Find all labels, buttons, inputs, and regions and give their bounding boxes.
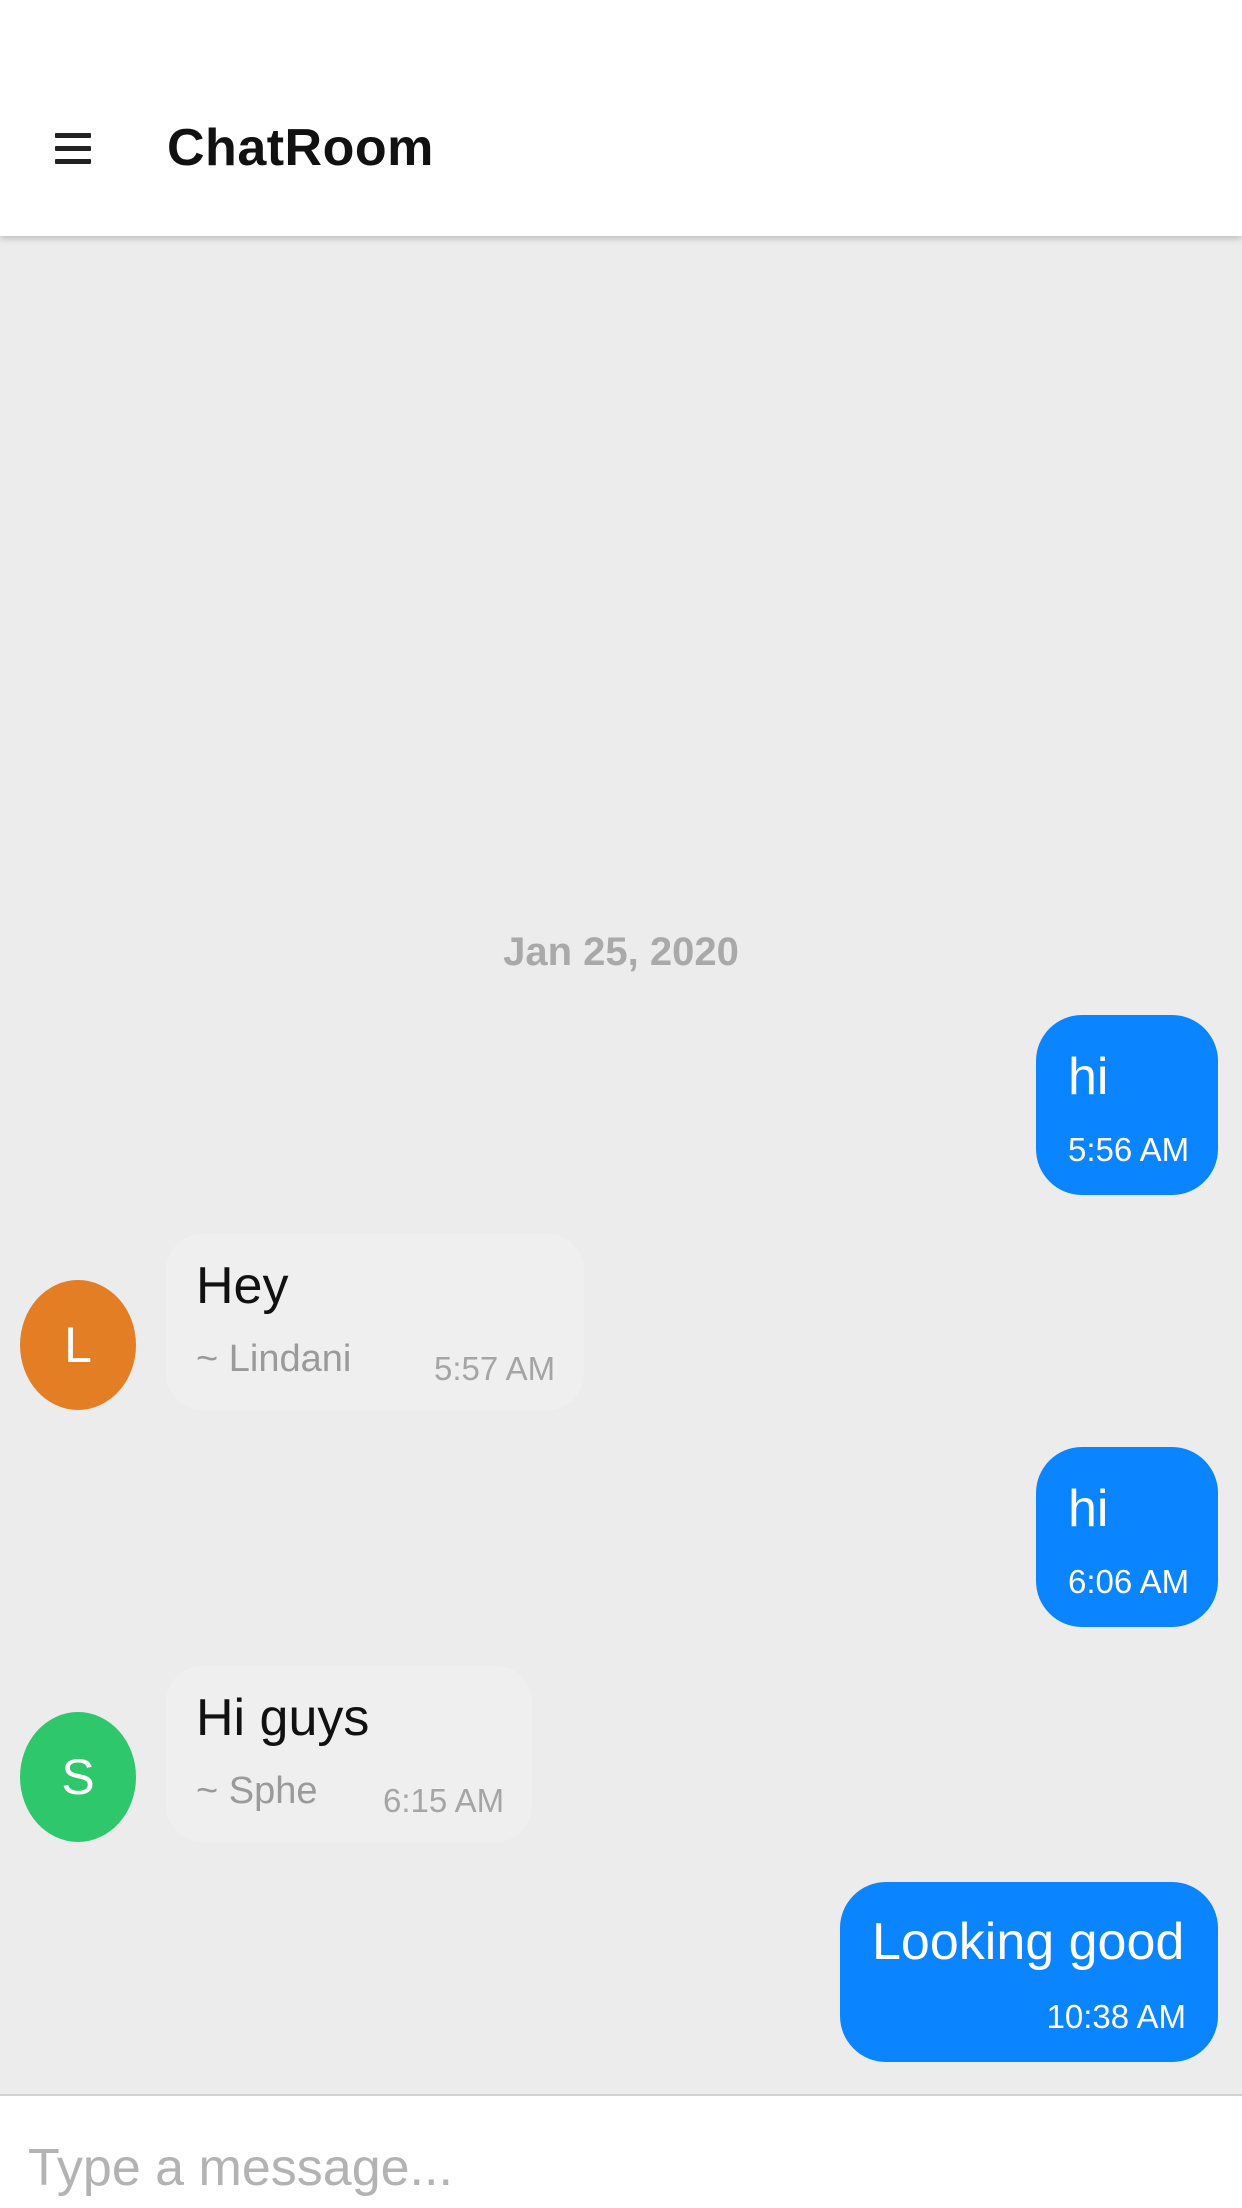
message-text: Hi guys: [196, 1689, 370, 1747]
incoming-message[interactable]: Hi guys ~ Sphe 6:15 AM: [166, 1666, 532, 1842]
incoming-message[interactable]: Hey ~ Lindani 5:57 AM: [166, 1234, 584, 1410]
message-composer: [0, 2094, 1242, 2208]
message-time: 5:56 AM: [1068, 1131, 1190, 1168]
avatar-letter: L: [64, 1317, 92, 1373]
message-time: 10:38 AM: [1046, 1998, 1186, 2035]
avatar[interactable]: S: [20, 1712, 136, 1842]
avatar-letter: S: [61, 1749, 95, 1805]
app-header: ChatRoom: [0, 0, 1242, 236]
message-time: 5:57 AM: [434, 1350, 556, 1387]
menu-bar: [55, 145, 91, 151]
hamburger-menu-icon[interactable]: [40, 112, 106, 184]
message-sender: ~ Lindani: [196, 1338, 352, 1380]
menu-bar: [55, 132, 91, 138]
outgoing-message[interactable]: Looking good 10:38 AM: [840, 1882, 1218, 2062]
avatar[interactable]: L: [20, 1280, 136, 1410]
message-time: 6:06 AM: [1068, 1563, 1190, 1600]
message-input[interactable]: [28, 2126, 1208, 2208]
menu-bar: [55, 158, 91, 164]
chat-app: ChatRoom Jan 25, 2020 hi 5:56 AM L Hey ~…: [0, 0, 1242, 2208]
message-text: hi: [1068, 1048, 1109, 1106]
message-text: hi: [1068, 1480, 1109, 1538]
message-text: Hey: [196, 1257, 289, 1315]
message-sender: ~ Sphe: [196, 1770, 318, 1812]
message-text: Looking good: [872, 1913, 1185, 1971]
outgoing-message[interactable]: hi 6:06 AM: [1036, 1447, 1218, 1627]
date-separator: Jan 25, 2020: [503, 930, 739, 974]
message-list[interactable]: Jan 25, 2020 hi 5:56 AM L Hey ~ Lindani …: [0, 236, 1242, 2094]
outgoing-message[interactable]: hi 5:56 AM: [1036, 1015, 1218, 1195]
page-title: ChatRoom: [167, 119, 434, 177]
message-time: 6:15 AM: [383, 1782, 505, 1819]
